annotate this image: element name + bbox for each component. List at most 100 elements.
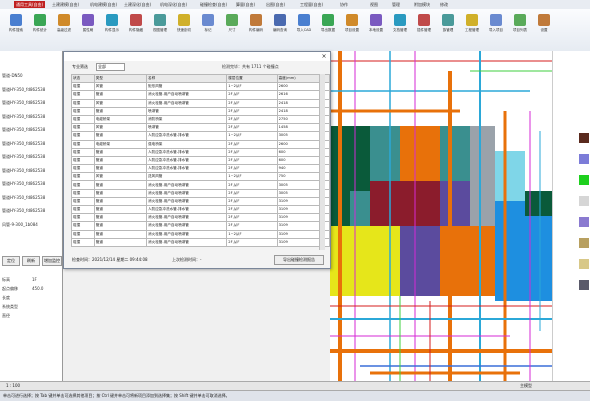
table-row[interactable]: 碰撞 风管 消火栓管-用户自动喷淋管 2F,从F 2418	[71, 98, 331, 108]
ribbon-button-20[interactable]: 导入项目	[486, 12, 506, 40]
list-item[interactable]: 管道HY-350_fd862538	[2, 141, 45, 147]
ribbon-button-0[interactable]: 构件搜索	[6, 12, 26, 40]
ribbon-button-5[interactable]: 构件隐藏	[126, 12, 146, 40]
table-cell[interactable]: 碰撞	[71, 237, 95, 247]
list-item[interactable]: 管道HY-350_fd862538	[2, 127, 45, 133]
duct-block[interactable]	[370, 181, 400, 226]
tab-10[interactable]: 视图	[370, 1, 378, 8]
dialog-title-bar[interactable]: ×	[64, 52, 330, 61]
table-row[interactable]: 碰撞 管道 消火栓管-用户自动喷淋管 2F,从F 3109	[71, 237, 331, 247]
table-cell[interactable]: 碰撞	[71, 82, 95, 92]
panel-button-0[interactable]: 定位	[2, 256, 20, 266]
tab-3[interactable]: 土建深化(自由)	[124, 1, 151, 8]
list-item[interactable]: 管道HY-350_fd862538	[2, 114, 45, 120]
list-item[interactable]: 风管-9-300_1b084	[2, 222, 38, 228]
table-cell[interactable]: 碰撞	[71, 90, 95, 100]
list-item[interactable]: 管道HY-350_fd862538	[2, 154, 45, 160]
table-row[interactable]: 碰撞 电缆桥架 消防桥架 2F,从F 2750	[71, 114, 331, 125]
table-cell[interactable]: 碰撞	[71, 106, 95, 116]
table-row[interactable]: 碰撞 管道 消火栓管-用户自动喷淋管 2F,从F 2616	[71, 90, 331, 100]
table-cell[interactable]: 碰撞	[71, 196, 95, 207]
column-header[interactable]: 名称	[146, 73, 228, 84]
duct-block[interactable]	[400, 226, 440, 296]
tab-9[interactable]: 协作	[340, 1, 348, 8]
ribbon-button-9[interactable]: 尺寸	[222, 12, 242, 40]
tab-6[interactable]: 算量(自由)	[236, 1, 255, 8]
model-selector[interactable]: 主模型	[520, 383, 532, 389]
table-row[interactable]: 碰撞 管道 消火栓管-用户自动喷淋管 2F,从F 3005	[71, 188, 331, 198]
duct-block[interactable]	[470, 126, 495, 226]
table-row[interactable]: 碰撞 管道 人防应急冲洗水管-排水管 2F,从F 940	[71, 164, 331, 174]
panel-button-2[interactable]: 增加监控	[42, 256, 62, 266]
list-item[interactable]: 管道HY-350_fd862538	[2, 181, 45, 187]
tab-5[interactable]: 碰撞检查(自由)	[200, 1, 227, 8]
table-cell[interactable]: 碰撞	[71, 123, 95, 133]
list-item[interactable]: 管道HY-350_fd862538	[2, 100, 45, 106]
ribbon-button-22[interactable]: 设置	[534, 12, 554, 40]
duct-block[interactable]	[350, 191, 370, 226]
table-cell[interactable]: 碰撞	[71, 180, 95, 190]
ribbon-button-7[interactable]: 快速剖切	[174, 12, 194, 40]
duct-block[interactable]	[400, 181, 440, 226]
export-report-button[interactable]: 导出碰撞检测报告	[274, 255, 324, 265]
ribbon-button-21[interactable]: 项目列表	[510, 12, 530, 40]
ribbon-button-2[interactable]: 高级过滤	[54, 12, 74, 40]
view-scale[interactable]: 1 : 100	[6, 383, 20, 388]
table-row[interactable]: 碰撞 电缆桥架 强电桥架 2F,从F 2600	[71, 139, 331, 149]
column-header[interactable]: 类型	[93, 73, 148, 84]
table-row[interactable]: 碰撞 管道 人防应急冲洗水管-排水管 2F,从F 600	[71, 147, 331, 157]
table-cell[interactable]: 碰撞	[71, 204, 95, 215]
ribbon-button-6[interactable]: 视图管理	[150, 12, 170, 40]
tab-0[interactable]: 通用工具(自由)	[14, 1, 46, 8]
table-cell[interactable]: 碰撞	[71, 139, 95, 149]
duct-block[interactable]	[440, 126, 470, 181]
filter-select[interactable]: 全部	[96, 63, 125, 71]
table-cell[interactable]: 碰撞	[71, 131, 95, 141]
panel-button-1[interactable]: 刷新	[22, 256, 40, 266]
ribbon-button-1[interactable]: 构件统计	[30, 12, 50, 40]
table-row[interactable]: 碰撞 管道 人防应急冲洗水管-排水管 2F,从F 600	[71, 155, 331, 166]
table-row[interactable]: 碰撞 管道 消火栓管-用户自动喷淋管 2F,从F 3005	[71, 180, 331, 190]
table-cell[interactable]: 碰撞	[71, 164, 95, 174]
list-item[interactable]: 管道HY-350_fd862538	[2, 168, 45, 174]
ribbon-button-8[interactable]: 标记	[198, 12, 218, 40]
table-row[interactable]: 碰撞 管道 消火栓管-用户自动喷淋管 2F,从F 3109	[71, 196, 331, 207]
tab-11[interactable]: 管理	[392, 1, 400, 8]
tab-7[interactable]: 出图(自由)	[266, 1, 285, 8]
column-header[interactable]: 楼层位置	[226, 73, 278, 84]
ribbon-button-17[interactable]: 插件管理	[414, 12, 434, 40]
list-item[interactable]: 管道HY-350_fd862538	[2, 208, 45, 214]
table-cell[interactable]: 碰撞	[71, 221, 95, 231]
ribbon-button-12[interactable]: 导入CAD	[294, 12, 314, 40]
drawing-canvas[interactable]	[330, 51, 552, 381]
column-header[interactable]: 状态	[71, 73, 95, 84]
table-cell[interactable]: 碰撞	[71, 229, 95, 239]
table-row[interactable]: 碰撞 管道 人防应急冲洗水管-排水管 1~2从F 3005	[71, 131, 331, 141]
table-cell[interactable]: 碰撞	[71, 147, 95, 157]
table-scrollbar[interactable]	[319, 74, 325, 250]
ribbon-button-14[interactable]: 项目设置	[342, 12, 362, 40]
table-cell[interactable]: 碰撞	[71, 213, 95, 223]
table-row[interactable]: 碰撞 管道 消火栓管-用户自动喷淋管 2F,从F 3109	[71, 221, 331, 231]
ribbon-button-10[interactable]: 构件编码	[246, 12, 266, 40]
duct-block[interactable]	[525, 191, 552, 216]
tab-1[interactable]: 土建建模(自由)	[52, 1, 79, 8]
mep-model-view[interactable]	[330, 51, 552, 381]
table-row[interactable]: 碰撞 风管 送风风管 1~2从F 750	[71, 172, 331, 182]
close-icon[interactable]: ×	[319, 52, 329, 61]
property-value[interactable]: 450.0	[32, 286, 43, 291]
tab-8[interactable]: 工程量(自由)	[300, 1, 323, 8]
ribbon-button-3[interactable]: 属性刷	[78, 12, 98, 40]
ribbon-button-19[interactable]: 工程管理	[462, 12, 482, 40]
duct-block[interactable]	[400, 126, 440, 181]
list-item[interactable]: 管道-DN50	[2, 73, 23, 79]
table-cell[interactable]: 碰撞	[71, 155, 95, 166]
list-item[interactable]: 管道HY-350_fd862538	[2, 195, 45, 201]
table-row[interactable]: 碰撞 风管 喷淋管 2F,从F 1458	[71, 123, 331, 133]
tab-13[interactable]: 修改	[440, 1, 448, 8]
duct-block[interactable]	[370, 126, 400, 181]
ribbon-button-4[interactable]: 构件显示	[102, 12, 122, 40]
table-cell[interactable]: 碰撞	[71, 98, 95, 108]
ribbon-button-18[interactable]: 族管理	[438, 12, 458, 40]
property-value[interactable]: 1F	[32, 277, 37, 282]
